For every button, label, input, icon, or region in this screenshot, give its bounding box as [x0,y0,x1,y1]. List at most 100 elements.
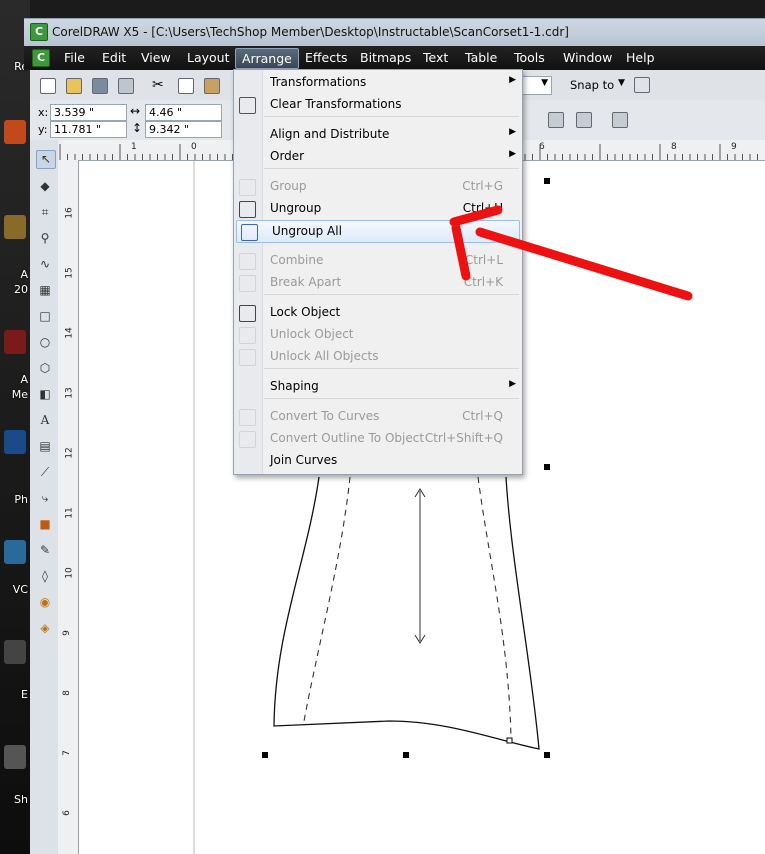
desktop-app-icon[interactable] [4,640,26,664]
menu-view[interactable]: View [141,50,171,65]
menu-help[interactable]: Help [626,50,655,65]
menu-item-shortcut: Ctrl+Q [462,409,503,423]
print-icon[interactable] [118,78,134,94]
y-label: y: [38,123,48,136]
cut-icon[interactable]: ✂ [152,78,166,92]
polygon-tool-icon[interactable]: ⬡ [36,360,54,377]
vertical-ruler[interactable]: 16 15 14 13 12 11 10 9 8 7 6 [58,160,79,854]
to-front-icon[interactable] [612,112,628,128]
menu-item-transformations[interactable]: Transformations ▶ [235,72,521,93]
desktop-app-icon[interactable] [4,430,26,454]
height-field[interactable]: 9.342 " [145,121,222,138]
menu-item-shortcut: Ctrl+Shift+Q [424,431,503,445]
ruler-tick-label: 7 [61,750,72,756]
blend-tool-icon[interactable]: ■ [36,516,54,533]
paste-icon[interactable] [204,78,220,94]
fill-tool-icon[interactable]: ◉ [36,594,54,611]
desktop-app-icon[interactable] [4,330,26,354]
table-tool-icon[interactable]: ▤ [36,438,54,455]
menu-bitmaps[interactable]: Bitmaps [360,50,411,65]
menu-item-shaping[interactable]: Shaping ▶ [235,376,521,397]
menu-item-label: Transformations [270,75,367,89]
menu-tools[interactable]: Tools [514,50,545,65]
freehand-tool-icon[interactable]: ∿ [36,256,54,273]
ruler-tick-label: 6 [61,810,72,816]
menu-item-label: Unlock All Objects [270,349,379,363]
open-icon[interactable] [66,78,82,94]
menu-item-label: Join Curves [270,453,338,467]
menu-layout[interactable]: Layout [187,50,230,65]
desktop-label: VC [12,583,28,596]
ellipse-tool-icon[interactable]: ○ [36,334,54,351]
menu-separator [264,368,519,369]
menu-item-join-curves[interactable]: Join Curves [235,450,521,471]
options-icon[interactable] [634,77,650,93]
ruler-tick-label: 14 [64,327,75,339]
text-tool-icon[interactable]: A [36,412,54,429]
menu-item-label: Group [270,179,307,193]
pick-tool-icon[interactable]: ↖ [36,150,56,169]
menu-arrange[interactable]: Arrange [235,48,299,69]
smart-fill-icon[interactable]: ▦ [36,282,54,299]
dimension-tool-icon[interactable]: ⟋ [36,464,54,481]
unlock-all-icon [239,349,256,366]
convert-to-curves-icon [239,409,256,426]
menu-item-clear-transformations[interactable]: Clear Transformations [235,94,521,115]
connector-tool-icon[interactable]: ⤷ [36,490,54,507]
snap-to-dropdown-icon[interactable]: ▼ [618,78,625,88]
menu-file[interactable]: File [64,50,85,65]
document-icon[interactable]: C [32,49,50,67]
eyedropper-tool-icon[interactable]: ✎ [36,542,54,559]
lock-icon [239,305,256,322]
zoom-tool-icon[interactable]: ⚲ [36,230,54,247]
ruler-tick-label: 11 [64,507,75,519]
interactive-fill-icon[interactable]: ◈ [36,620,54,637]
menu-separator [264,398,519,399]
menu-item-label: Order [270,149,305,163]
menu-item-align-and-distribute[interactable]: Align and Distribute ▶ [235,124,521,145]
desktop-label: Sh [14,793,28,806]
ruler-tick-label: 13 [64,387,75,399]
submenu-arrow-icon: ▶ [509,149,516,159]
zoom-dropdown[interactable]: ▼ [520,76,552,95]
coreldraw-app-icon[interactable]: C [30,23,48,41]
menu-item-label: Lock Object [270,305,341,319]
shape-tool-icon[interactable]: ◆ [36,178,54,195]
basic-shapes-icon[interactable]: ◧ [36,386,54,403]
submenu-arrow-icon: ▶ [509,379,516,389]
x-label: x: [38,106,49,119]
x-position-field[interactable]: 3.539 " [50,104,127,121]
width-icon: ↔ [130,104,141,118]
menu-item-convert-outline-to-object: Convert Outline To Object Ctrl+Shift+Q [235,428,521,449]
menu-item-order[interactable]: Order ▶ [235,146,521,167]
menu-item-group: Group Ctrl+G [235,176,521,197]
width-field[interactable]: 4.46 " [145,104,222,121]
window-title: CorelDRAW X5 - [C:\Users\TechShop Member… [52,25,569,39]
snap-to-label[interactable]: Snap to [570,78,614,92]
menu-edit[interactable]: Edit [102,50,126,65]
desktop-app-icon[interactable] [4,120,26,144]
selection-handle [544,752,550,758]
outline-tool-icon[interactable]: ◊ [36,568,54,585]
desktop-label: Me [11,388,28,401]
new-icon[interactable] [40,78,56,94]
window-titlebar[interactable]: C CorelDRAW X5 - [C:\Users\TechShop Memb… [24,18,765,47]
desktop-app-icon[interactable] [4,745,26,769]
desktop-label: A [20,373,28,386]
menu-text[interactable]: Text [423,50,448,65]
break-apart-icon[interactable] [576,112,592,128]
menu-window[interactable]: Window [563,50,612,65]
menu-effects[interactable]: Effects [305,50,348,65]
unlock-icon [239,327,256,344]
combine-icon[interactable] [548,112,564,128]
convert-outline-icon [239,431,256,448]
desktop-app-icon[interactable] [4,540,26,564]
save-icon[interactable] [92,78,108,94]
crop-tool-icon[interactable]: ⌗ [36,204,54,221]
y-position-field[interactable]: 11.781 " [50,121,127,138]
ruler-tick-label: 16 [64,207,75,219]
menu-table[interactable]: Table [465,50,497,65]
rectangle-tool-icon[interactable]: □ [36,308,54,325]
desktop-app-icon[interactable] [4,215,26,239]
copy-icon[interactable] [178,78,194,94]
